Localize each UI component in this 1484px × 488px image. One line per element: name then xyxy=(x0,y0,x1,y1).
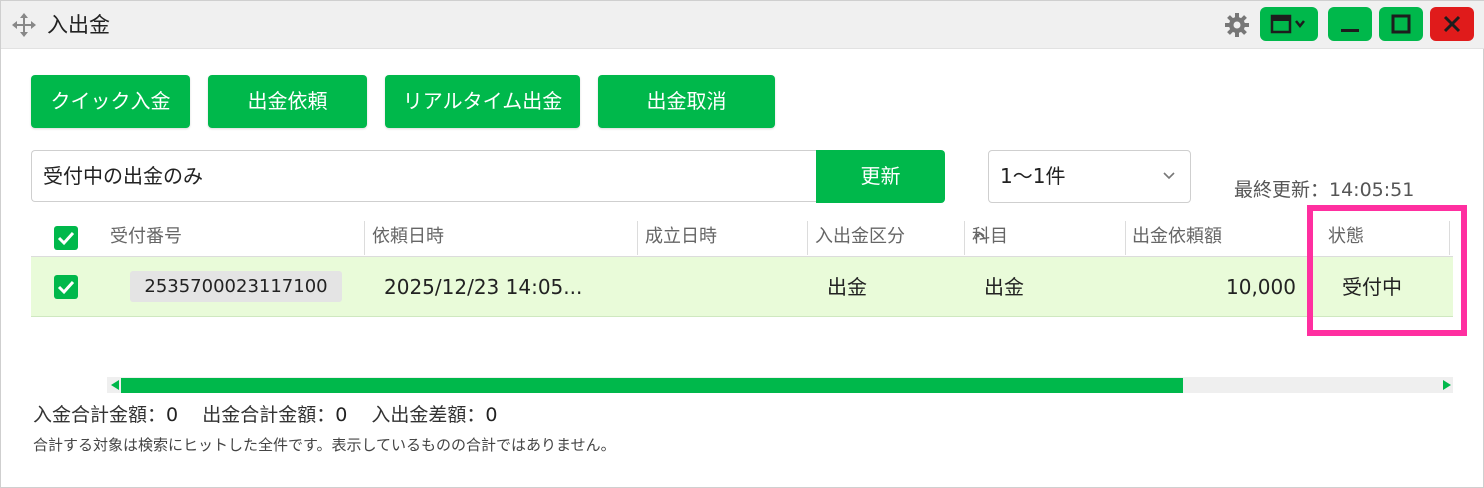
update-button[interactable]: 更新 xyxy=(816,150,945,203)
minimize-icon xyxy=(1341,29,1359,32)
header-request-datetime[interactable]: 依頼日時 xyxy=(372,217,444,257)
close-icon xyxy=(1443,15,1461,33)
layout-icon xyxy=(1270,14,1305,34)
page-range-select[interactable]: 1〜1件 xyxy=(988,150,1191,203)
deposit-total-value: 0 xyxy=(166,404,179,426)
withdraw-total-label: 出金合計金額： xyxy=(202,404,336,426)
quick-deposit-button[interactable]: クイック入金 xyxy=(31,75,190,128)
header-established-datetime[interactable]: 成立日時 xyxy=(645,217,717,257)
scroll-right-icon[interactable] xyxy=(1441,379,1453,391)
totals-note: 合計する対象は検索にヒットした全件です。表示しているものの合計ではありません。 xyxy=(33,436,616,454)
deposit-withdrawal-window: 入出金 クイック入金 出金依頼 リアルタイム出金 出金取消 受付中の出金のみ 更… xyxy=(0,0,1484,488)
layout-button[interactable] xyxy=(1260,7,1318,41)
header-type[interactable]: 入出金区分 xyxy=(815,217,905,257)
header-receipt-no[interactable]: 受付番号 xyxy=(110,217,182,257)
table-header: 受付番号 依頼日時 成立日時 入出金区分 科目 出金依頼額 状態 xyxy=(31,217,1453,257)
scroll-left-icon[interactable] xyxy=(109,379,121,391)
subject-cell: 出金 xyxy=(984,275,1024,299)
chevron-down-icon xyxy=(1163,172,1175,180)
header-amount[interactable]: 出金依頼額 xyxy=(1132,217,1222,257)
status-highlight-box xyxy=(1307,205,1467,336)
gear-icon[interactable] xyxy=(1223,11,1251,39)
row-checkbox[interactable] xyxy=(54,275,78,299)
request-datetime-cell: 2025/12/23 14:05... xyxy=(384,275,583,299)
cancel-withdrawal-button[interactable]: 出金取消 xyxy=(598,75,775,128)
filter-input[interactable]: 受付中の出金のみ xyxy=(31,150,817,202)
check-icon xyxy=(57,231,75,246)
check-icon xyxy=(57,280,75,295)
deposit-total-label: 入金合計金額： xyxy=(33,404,167,426)
receipt-no-cell: 2535700023117100 xyxy=(130,271,342,302)
withdrawal-request-button[interactable]: 出金依頼 xyxy=(208,75,367,128)
totals-summary: 入金合計金額：0 出金合計金額：0 入出金差額：0 xyxy=(33,402,498,428)
window-title: 入出金 xyxy=(47,13,110,37)
header-subject[interactable]: 科目 xyxy=(972,217,1008,257)
maximize-icon xyxy=(1391,14,1411,34)
last-updated-text: 最終更新：14:05:51 xyxy=(1234,179,1415,201)
type-cell: 出金 xyxy=(827,275,867,299)
close-button[interactable] xyxy=(1430,7,1474,41)
select-all-checkbox[interactable] xyxy=(54,226,78,250)
maximize-button[interactable] xyxy=(1379,7,1423,41)
move-icon[interactable] xyxy=(11,12,37,38)
title-bar[interactable]: 入出金 xyxy=(1,1,1484,49)
realtime-withdrawal-button[interactable]: リアルタイム出金 xyxy=(385,75,580,128)
withdraw-total-value: 0 xyxy=(335,404,348,426)
scrollbar-thumb[interactable] xyxy=(121,378,1183,393)
amount-cell: 10,000 xyxy=(1226,275,1296,299)
difference-label: 入出金差額： xyxy=(371,404,486,426)
minimize-button[interactable] xyxy=(1328,7,1372,41)
table-row[interactable]: 2535700023117100 2025/12/23 14:05... 出金 … xyxy=(31,257,1453,317)
difference-value: 0 xyxy=(485,404,498,426)
page-range-value: 1〜1件 xyxy=(1000,164,1066,188)
